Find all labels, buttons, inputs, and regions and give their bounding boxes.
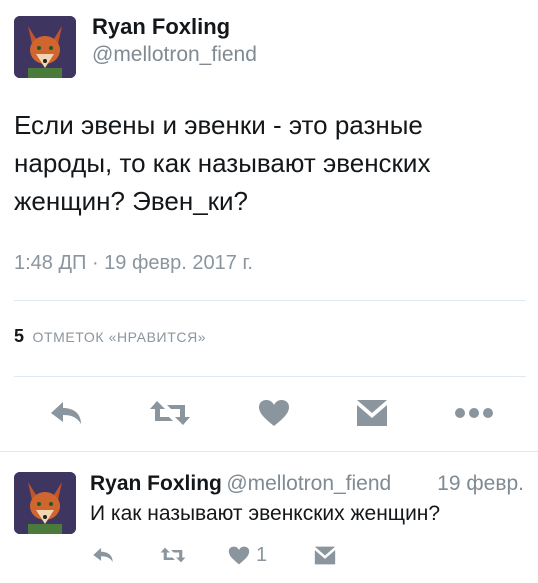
dm-icon (357, 400, 387, 426)
fox-avatar-icon (14, 472, 76, 534)
author-avatar[interactable] (14, 16, 76, 78)
reply-author-name[interactable]: Ryan Foxling (90, 472, 222, 495)
reply-like-button[interactable]: 1 (228, 541, 274, 569)
reply-dm-button[interactable] (312, 543, 338, 567)
likes-summary[interactable]: 5 ОТМЕТОК «НРАВИТСЯ» (14, 326, 206, 347)
likes-count: 5 (14, 326, 25, 346)
retweet-button[interactable] (148, 396, 192, 430)
reply-reply-button[interactable] (90, 543, 116, 567)
tweet-text-line: Если эвены и эвенки - это разные (14, 110, 423, 140)
dm-button[interactable] (352, 396, 392, 430)
fox-avatar-icon (14, 16, 76, 78)
retweet-icon (150, 401, 190, 425)
divider (14, 300, 526, 301)
reply-like-count: 1 (256, 543, 268, 566)
more-button[interactable] (452, 396, 496, 430)
more-icon (455, 408, 493, 418)
reply-date[interactable]: 19 февр. (437, 472, 524, 496)
reply-author-handle[interactable]: @mellotron_fiend (226, 472, 391, 495)
retweet-icon (160, 547, 186, 563)
tweet-timestamp[interactable]: 1:48 ДП · 19 февр. 2017 г. (14, 252, 253, 275)
reply-author-avatar[interactable] (14, 472, 76, 534)
reply-header: Ryan Foxling @mellotron_fiend (90, 472, 391, 496)
like-button[interactable] (254, 396, 294, 430)
reply-icon (93, 547, 113, 563)
heart-icon (228, 546, 250, 564)
likes-label: ОТМЕТОК «НРАВИТСЯ» (32, 329, 207, 345)
reply-button[interactable] (46, 396, 86, 430)
dm-icon (314, 546, 336, 564)
author-handle[interactable]: @mellotron_fiend (92, 43, 257, 67)
reply-icon (51, 402, 81, 424)
tweet-text: Если эвены и эвенки - это разные народы,… (14, 106, 526, 220)
reply-retweet-button[interactable] (158, 543, 188, 567)
heart-icon (259, 400, 289, 426)
tweet-text-line: народы, то как называют эвенских (14, 148, 431, 178)
divider (14, 376, 526, 377)
reply-text: И как называют эвенкских женщин? (90, 502, 441, 525)
tweet-text-line: женщин? Эвен_ки? (14, 186, 249, 216)
author-name[interactable]: Ryan Foxling (92, 14, 230, 40)
divider (0, 451, 538, 452)
